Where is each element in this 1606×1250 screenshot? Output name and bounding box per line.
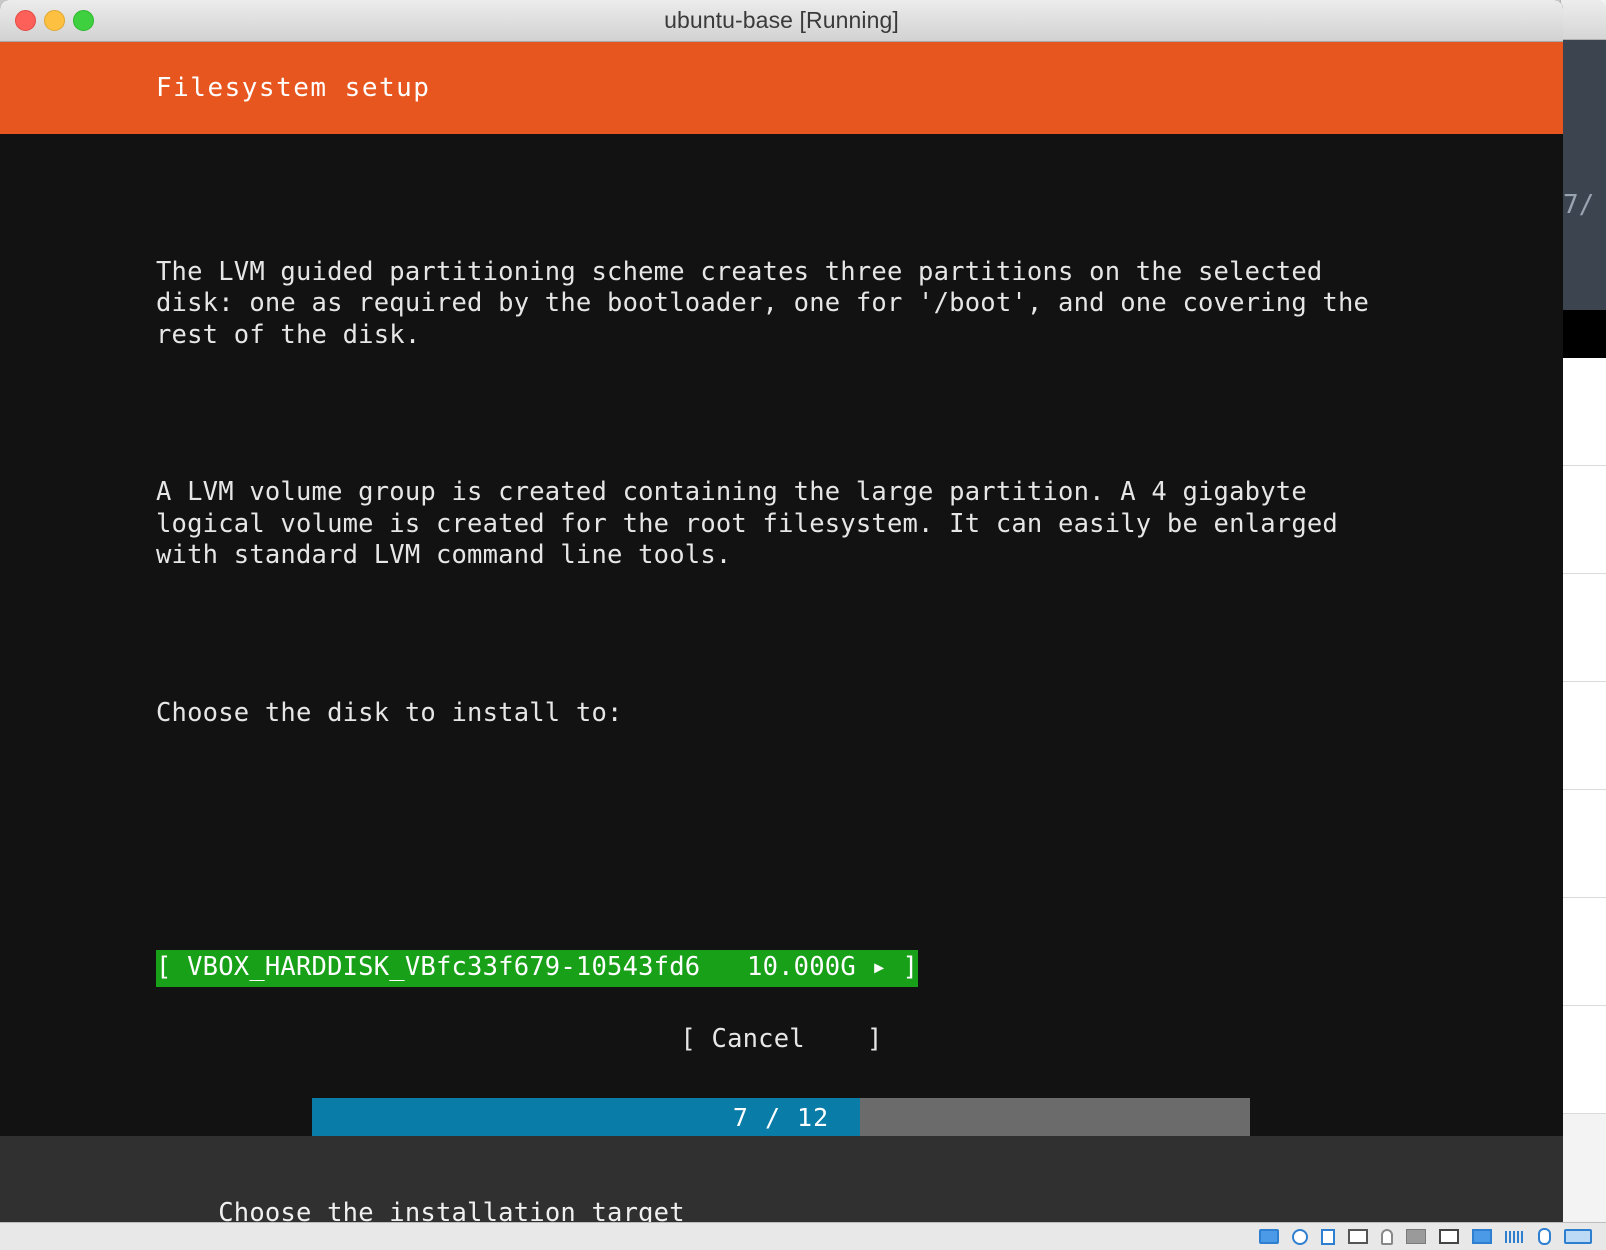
paragraph-1-line-2: disk: one as required by the bootloader,… bbox=[156, 288, 1370, 318]
hard-disk-icon[interactable] bbox=[1259, 1229, 1279, 1244]
background-window-row bbox=[1561, 790, 1606, 898]
host-key-icon[interactable] bbox=[1564, 1229, 1592, 1244]
progress-area: 7 / 12 bbox=[0, 1098, 1563, 1136]
paragraph-2-line-3: with standard LVM command line tools. bbox=[156, 540, 732, 570]
network-icon[interactable] bbox=[1348, 1229, 1368, 1244]
disk-option-label: VBOX_HARDDISK_VBfc33f679-10543fd6 bbox=[187, 951, 701, 982]
bracket-open: [ bbox=[156, 951, 188, 982]
background-window-row bbox=[1561, 898, 1606, 1006]
background-window-panel: 7/ bbox=[1561, 40, 1606, 310]
vbox-statusbar bbox=[0, 1222, 1606, 1250]
shared-folder-icon[interactable] bbox=[1406, 1229, 1426, 1244]
intro-paragraph-1: The LVM guided partitioning scheme creat… bbox=[156, 257, 1563, 352]
background-window-row bbox=[1561, 574, 1606, 682]
footer-status-bar: Choose the installation target bbox=[0, 1136, 1563, 1222]
background-window-row bbox=[1561, 466, 1606, 574]
mouse-icon[interactable] bbox=[1538, 1228, 1551, 1245]
window-title: ubuntu-base [Running] bbox=[664, 7, 899, 33]
floppy-disk-icon[interactable] bbox=[1321, 1228, 1335, 1245]
background-window-row bbox=[1561, 1006, 1606, 1114]
page-title: Filesystem setup bbox=[156, 73, 431, 103]
disk-option-selected[interactable]: [ VBOX_HARDDISK_VBfc33f679-10543fd6 10.0… bbox=[156, 949, 919, 987]
keyboard-icon[interactable] bbox=[1505, 1230, 1525, 1243]
display-icon[interactable] bbox=[1439, 1229, 1459, 1244]
optical-disk-icon[interactable] bbox=[1292, 1228, 1308, 1245]
usb-icon[interactable] bbox=[1381, 1228, 1393, 1245]
background-window[interactable]: 7/ bbox=[1560, 0, 1606, 1222]
disk-option-spacer bbox=[700, 952, 747, 982]
recording-icon[interactable] bbox=[1472, 1229, 1492, 1244]
disk-selector-row[interactable]: [ VBOX_HARDDISK_VBfc33f679-10543fd6 10.0… bbox=[156, 949, 1563, 987]
paragraph-2-line-2: logical volume is created for the root f… bbox=[156, 508, 1338, 539]
disk-option-size: 10.000G bbox=[747, 951, 856, 982]
background-window-titlebar bbox=[1561, 0, 1606, 40]
paragraph-1-line-3: rest of the disk. bbox=[156, 319, 421, 350]
paragraph-1-line-1: The LVM guided partitioning scheme creat… bbox=[156, 256, 1323, 287]
disk-prompt-label: Choose the disk to install to: bbox=[156, 697, 623, 728]
background-window-divider bbox=[1561, 310, 1606, 358]
bracket-close: ] bbox=[902, 951, 919, 982]
intro-paragraph-2: A LVM volume group is created containing… bbox=[156, 477, 1563, 572]
cancel-button[interactable]: [ Cancel ] bbox=[0, 1024, 1563, 1056]
footer-status-text: Choose the installation target bbox=[218, 1198, 685, 1222]
chevron-right-icon[interactable]: ▸ bbox=[856, 952, 903, 982]
background-window-row bbox=[1561, 358, 1606, 466]
window-titlebar: ubuntu-base [Running] bbox=[0, 0, 1563, 42]
background-window-row bbox=[1561, 682, 1606, 790]
paragraph-2-line-1: A LVM volume group is created containing… bbox=[156, 477, 1307, 507]
progress-label: 7 / 12 bbox=[732, 1102, 830, 1132]
spacer-line bbox=[156, 824, 1563, 856]
vm-window: ubuntu-base [Running] Filesystem setup T… bbox=[0, 0, 1563, 1222]
background-window-glyph: 7/ bbox=[1563, 190, 1595, 220]
installer-body: The LVM guided partitioning scheme creat… bbox=[0, 134, 1563, 1098]
app-header: Filesystem setup bbox=[0, 42, 1563, 134]
